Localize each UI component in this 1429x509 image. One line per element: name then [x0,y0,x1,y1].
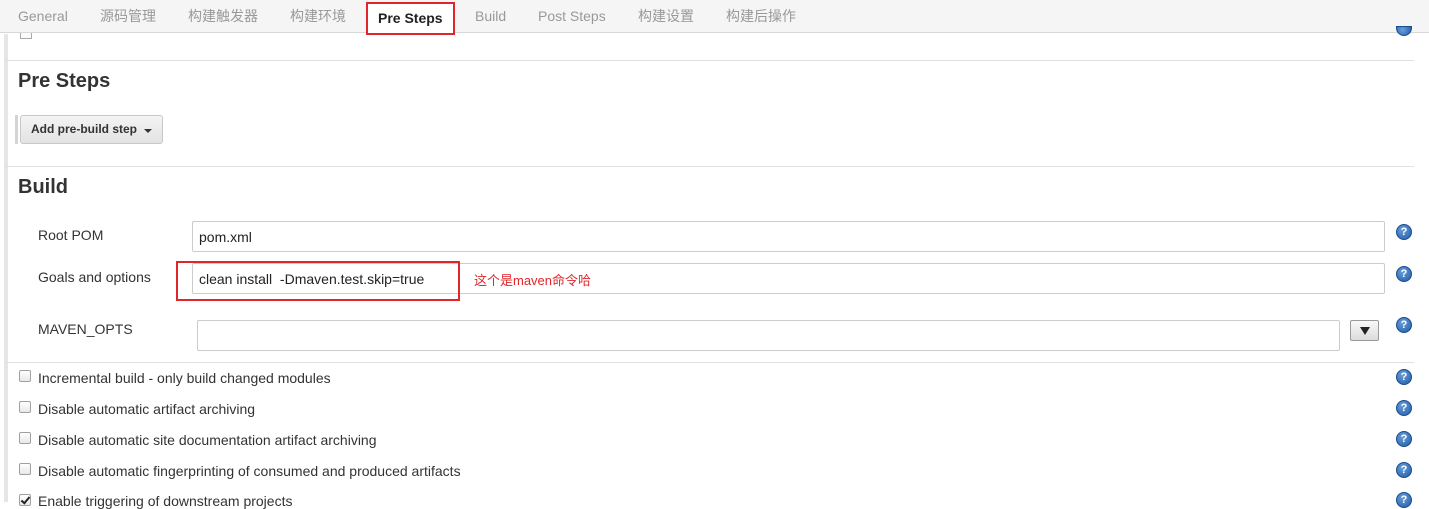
add-pre-build-step-label: Add pre-build step [31,122,137,136]
maven-opts-label: MAVEN_OPTS [38,321,133,337]
help-icon[interactable]: ? [1396,492,1412,508]
help-icon[interactable] [1396,26,1412,36]
caret-down-icon [144,129,152,133]
root-pom-input[interactable] [192,221,1385,252]
disable-artifact-archiving-label: Disable automatic artifact archiving [38,401,256,417]
button-grip [15,115,18,144]
incremental-build-label: Incremental build - only build changed m… [38,370,331,386]
tab-post-steps[interactable]: Post Steps [538,0,606,33]
enable-downstream-trigger-label: Enable triggering of downstream projects [38,493,293,509]
maven-opts-input[interactable] [197,320,1340,351]
highlight-box [176,261,460,301]
incremental-build-checkbox[interactable] [19,370,31,382]
pre-steps-title: Pre Steps [18,70,111,92]
help-icon[interactable]: ? [1396,400,1412,416]
section-tab-bar: General 源码管理 构建触发器 构建环境 Pre Steps Build … [0,0,1429,35]
disable-fingerprinting-label: Disable automatic fingerprinting of cons… [38,463,461,479]
section-divider [4,60,1414,61]
section-divider [4,166,1414,167]
disable-artifact-archiving-checkbox[interactable] [19,401,31,413]
tab-build-triggers[interactable]: 构建触发器 [188,0,258,33]
tab-post-build-actions[interactable]: 构建后操作 [726,0,796,33]
disable-site-doc-archiving-checkbox[interactable] [19,432,31,444]
section-gutter [4,34,8,502]
tab-general[interactable]: General [18,0,68,33]
add-pre-build-step-button[interactable]: Add pre-build step [20,115,163,144]
help-icon[interactable]: ? [1396,369,1412,385]
tab-build[interactable]: Build [475,0,506,33]
tab-build-settings[interactable]: 构建设置 [638,0,694,33]
help-icon[interactable]: ? [1396,224,1412,240]
help-icon[interactable]: ? [1396,317,1412,333]
tab-build-environment[interactable]: 构建环境 [290,0,346,33]
section-divider [4,362,1414,363]
help-icon[interactable]: ? [1396,266,1412,282]
enable-downstream-trigger-checkbox[interactable] [19,494,31,506]
goals-and-options-label: Goals and options [38,269,151,285]
disable-site-doc-archiving-label: Disable automatic site documentation art… [38,432,377,448]
root-pom-label: Root POM [38,227,104,243]
help-icon[interactable]: ? [1396,431,1412,447]
maven-opts-expand-button[interactable] [1350,320,1379,341]
help-icon[interactable]: ? [1396,462,1412,478]
build-title: Build [18,176,68,198]
annotation-text: 这个是maven命令哈 [474,273,592,288]
tab-source-management[interactable]: 源码管理 [100,0,156,33]
disable-fingerprinting-checkbox[interactable] [19,463,31,475]
tab-pre-steps[interactable]: Pre Steps [366,2,455,35]
triangle-down-icon [1360,327,1370,335]
cut-off-checkbox[interactable] [20,33,32,39]
